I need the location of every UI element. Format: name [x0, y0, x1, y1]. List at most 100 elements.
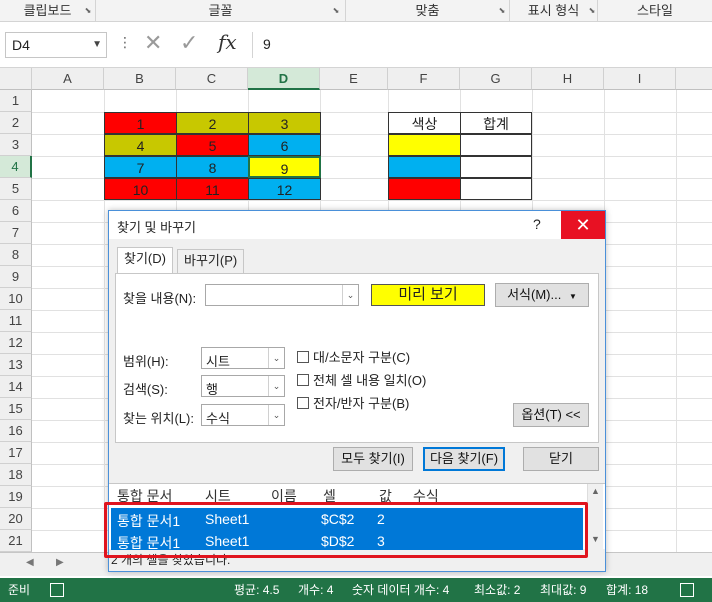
results-scrollbar[interactable]: ▲ ▼ [587, 484, 603, 550]
summary-header-color[interactable]: 색상 [388, 112, 461, 134]
data-cell[interactable]: 11 [176, 178, 249, 200]
data-cell[interactable]: 12 [248, 178, 321, 200]
row-header[interactable]: 3 [0, 134, 32, 156]
status-count: 개수: 4 [298, 583, 334, 597]
column-header[interactable]: E [320, 68, 388, 90]
find-what-input[interactable]: ⌄ [205, 284, 359, 306]
normal-view-icon[interactable] [680, 583, 694, 597]
column-header[interactable]: G [460, 68, 532, 90]
column-header[interactable] [676, 68, 712, 90]
help-button[interactable]: ? [533, 216, 541, 232]
column-header-selected[interactable]: D [248, 68, 320, 90]
within-select[interactable]: 시트 ⌄ [201, 347, 285, 369]
row-header-selected[interactable]: 4 [0, 156, 32, 178]
data-cell[interactable]: 10 [104, 178, 177, 200]
chevron-down-icon[interactable]: ⌄ [268, 405, 284, 425]
chevron-down-icon[interactable]: ⌄ [268, 376, 284, 396]
find-all-button[interactable]: 모두 찾기(I) [333, 447, 413, 471]
tab-replace[interactable]: 바꾸기(P) [177, 249, 245, 273]
dialog-launcher-icon[interactable]: ⬊ [84, 7, 92, 15]
scroll-right-icon[interactable]: ▶ [56, 557, 64, 568]
name-box-value: D4 [12, 37, 30, 53]
row-header[interactable]: 9 [0, 266, 32, 288]
match-byte-checkbox[interactable]: 전자/반자 구분(B) [297, 393, 409, 412]
options-button[interactable]: 옵션(T) << [513, 403, 589, 427]
summary-total-cell[interactable] [460, 156, 532, 178]
row-header[interactable]: 20 [0, 508, 32, 530]
row-header[interactable]: 7 [0, 222, 32, 244]
close-icon[interactable]: ✕ [561, 211, 605, 239]
column-header[interactable]: H [532, 68, 604, 90]
chevron-down-icon[interactable]: ▼ [92, 39, 102, 50]
row-header[interactable]: 17 [0, 442, 32, 464]
match-case-checkbox[interactable]: 대/소문자 구분(C) [297, 347, 410, 366]
column-header[interactable]: F [388, 68, 460, 90]
checkbox-icon[interactable] [297, 374, 309, 386]
data-cell[interactable]: 8 [176, 156, 249, 178]
row-header[interactable]: 15 [0, 398, 32, 420]
row-header[interactable]: 8 [0, 244, 32, 266]
row-header[interactable]: 10 [0, 288, 32, 310]
scroll-left-icon[interactable]: ◀ [26, 557, 34, 568]
data-cell[interactable]: 1 [104, 112, 177, 134]
select-all-corner[interactable] [0, 68, 32, 90]
column-header[interactable]: C [176, 68, 248, 90]
gridline [676, 90, 677, 576]
data-cell[interactable]: 7 [104, 156, 177, 178]
row-header[interactable]: 14 [0, 376, 32, 398]
dialog-launcher-icon[interactable]: ⬊ [498, 7, 506, 15]
row-header[interactable]: 2 [0, 112, 32, 134]
column-header[interactable]: I [604, 68, 676, 90]
tab-find[interactable]: 찾기(D) [117, 247, 173, 274]
chevron-down-icon[interactable]: ⌄ [342, 285, 358, 305]
ribbon-group-label: 글꼴 [208, 3, 233, 18]
data-cell[interactable]: 5 [176, 134, 249, 156]
checkbox-icon[interactable] [297, 351, 309, 363]
data-cell[interactable]: 6 [248, 134, 321, 156]
search-order-select[interactable]: 행 ⌄ [201, 375, 285, 397]
look-in-select[interactable]: 수식 ⌄ [201, 404, 285, 426]
row-header[interactable]: 13 [0, 354, 32, 376]
summary-color-cell[interactable] [388, 178, 461, 200]
data-cell[interactable]: 2 [176, 112, 249, 134]
scroll-down-icon[interactable]: ▼ [588, 534, 603, 544]
summary-total-cell[interactable] [460, 178, 532, 200]
dialog-launcher-icon[interactable]: ⬊ [332, 7, 340, 15]
column-header[interactable]: A [32, 68, 104, 90]
macro-record-icon[interactable] [50, 583, 64, 597]
row-header[interactable]: 18 [0, 464, 32, 486]
column-header[interactable]: B [104, 68, 176, 90]
active-cell[interactable]: 9 [248, 156, 321, 178]
checkbox-icon[interactable] [297, 397, 309, 409]
row-header[interactable]: 12 [0, 332, 32, 354]
summary-color-cell[interactable] [388, 134, 461, 156]
summary-color-cell[interactable] [388, 156, 461, 178]
row-header[interactable]: 6 [0, 200, 32, 222]
data-cell[interactable]: 4 [104, 134, 177, 156]
more-icon: ⋮ [118, 34, 132, 50]
row-header[interactable]: 19 [0, 486, 32, 508]
row-header[interactable]: 1 [0, 90, 32, 112]
insert-function-button[interactable]: fx [218, 30, 237, 54]
row-header[interactable]: 11 [0, 310, 32, 332]
close-button[interactable]: 닫기 [523, 447, 599, 471]
ribbon-group-clipboard: 클립보드 ⬊ [0, 0, 96, 22]
find-next-button[interactable]: 다음 찾기(F) [423, 447, 505, 471]
match-entire-checkbox[interactable]: 전체 셀 내용 일치(O) [297, 370, 426, 389]
row-header[interactable]: 16 [0, 420, 32, 442]
scroll-up-icon[interactable]: ▲ [588, 486, 603, 496]
dialog-launcher-icon[interactable]: ⬊ [588, 7, 596, 15]
data-cell[interactable]: 3 [248, 112, 321, 134]
summary-header-total[interactable]: 합계 [460, 112, 532, 134]
cancel-icon[interactable]: ✕ [144, 30, 162, 56]
summary-total-cell[interactable] [460, 134, 532, 156]
chevron-down-icon[interactable]: ⌄ [268, 348, 284, 368]
formula-input[interactable]: 9 [252, 32, 712, 58]
row-header[interactable]: 5 [0, 178, 32, 200]
dialog-title-bar[interactable]: 찾기 및 바꾸기 ? ✕ [109, 211, 605, 239]
row-header[interactable]: 21 [0, 530, 32, 552]
format-button[interactable]: 서식(M)... ▼ [495, 283, 589, 307]
enter-check-icon[interactable]: ✓ [180, 30, 198, 56]
dialog-title: 찾기 및 바꾸기 [117, 220, 196, 235]
name-box[interactable]: D4 ▼ [5, 32, 107, 58]
